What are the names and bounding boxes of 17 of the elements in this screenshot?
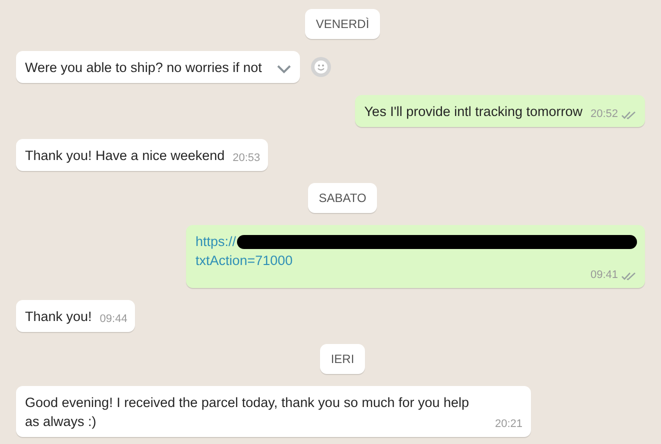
message-time: 20:52	[590, 107, 618, 122]
message-time: 09:44	[100, 312, 128, 327]
emoji-icon[interactable]	[310, 56, 332, 78]
date-label: SABATO	[308, 183, 378, 213]
date-label: VENERDÌ	[304, 9, 380, 39]
message-time: 20:53	[232, 151, 260, 166]
date-label: IERI	[320, 344, 366, 374]
message-text: Thank you!	[25, 308, 92, 326]
message-text: Were you able to ship? no worries if not	[25, 59, 262, 77]
message-time: 20:21	[495, 417, 523, 432]
message-text: Yes I'll provide intl tracking tomorrow	[364, 103, 582, 121]
message-time: 09:41	[590, 268, 618, 283]
link[interactable]: txtAction=71000	[195, 251, 293, 270]
chevron-down-icon[interactable]	[276, 64, 292, 74]
message-text: Good evening! I received the parcel today, thank you so much for you help as always :)	[25, 394, 470, 431]
link[interactable]: https://	[195, 232, 236, 251]
message-text: Thank you! Have a nice weekend	[25, 147, 225, 165]
